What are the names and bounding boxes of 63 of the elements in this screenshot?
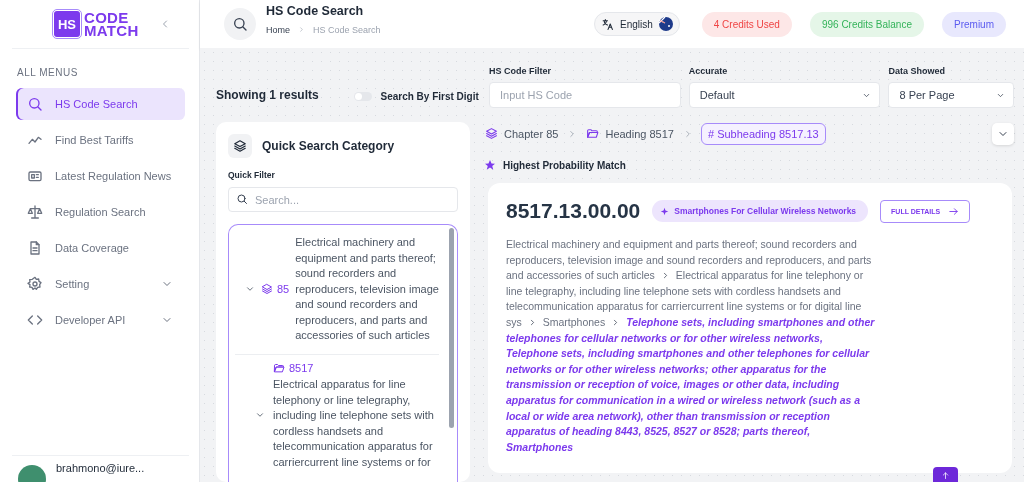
page-title: HS Code Search [266,3,365,18]
layers-icon [233,139,247,153]
search-icon [232,16,248,32]
chapter-code[interactable]: 85 [261,281,290,297]
newspaper-icon [27,168,43,184]
category-tag: Smartphones For Cellular Wireless Networks [652,200,869,222]
scale-icon [27,204,43,220]
credits-badge: 996 Credits Balance [809,11,924,37]
arrow-right-icon [948,205,960,217]
toggle-label: Search By First Digit [380,91,479,102]
sparkle-icon [660,206,670,216]
star-icon [484,159,496,171]
breadcrumb-item[interactable]: Home [266,24,290,35]
folder-icon [273,362,285,375]
credits-badge: Premium [942,11,1006,37]
search-button[interactable] [224,8,256,40]
section-title: Highest Probability Match [503,159,626,171]
results-summary: Showing 1 results [216,88,320,104]
credits-badge: 4 Credits Used [701,11,792,37]
search-icon [27,96,43,112]
path-chip[interactable]: Chapter 85 [484,122,560,145]
gear-icon [27,276,43,292]
heading-description: Electrical apparatus for line telephony or line telegraphy, including line telephone sets with cordless handsets and telecommunication apparatus for carriercurrent line systems or for [273,377,435,470]
scrollbar[interactable] [449,228,454,428]
dropdown[interactable]: 8 Per Page [888,82,1014,108]
collapse-button[interactable] [992,122,1014,145]
user-email: brahmono@iure... [56,462,145,474]
filter-label: HS Code Filter [489,66,552,76]
card-title: Quick Search Category [262,139,395,153]
breadcrumb-item: HS Code Search [313,24,381,35]
sidebar-item[interactable]: Latest Regulation News [16,160,185,192]
sidebar-item[interactable]: Regulation Search [16,196,185,228]
toggle-switch[interactable] [354,92,373,101]
search-icon [236,193,248,205]
hs-code-input[interactable]: Input HS Code [489,82,681,108]
scroll-to-top-button[interactable] [933,467,958,482]
filter-label: Quick Filter [228,170,276,180]
chapter-description: Electrical machinery and equipment and parts thereof; sound recorders and reproducers, television image and sound recorders and reproducers, and parts and accessories of such articles [295,235,439,343]
sidebar-item[interactable]: Find Best Tariffs [16,124,185,156]
sidebar-item[interactable]: HS Code Search [16,88,185,120]
arrow-up-icon [941,471,950,480]
filter-label: Data Showed [888,66,946,76]
layers-icon [485,127,498,140]
hs-code: 8517.13.00.00 [506,199,641,223]
language-selector[interactable]: English [593,12,680,36]
heading-code[interactable]: 8517 [273,360,439,376]
search-field[interactable]: Search... [228,187,458,212]
code-brackets-icon [27,312,43,328]
sidebar-item[interactable]: Developer API [16,304,185,336]
sidebar-item[interactable]: Data Coverage [16,232,185,264]
flag-icon [658,17,673,31]
path-chip[interactable]: # Subheading 8517.13 [700,122,826,145]
menu-section-label: ALL MENUS [16,66,79,78]
chevron-right-icon [298,26,305,33]
layers-icon [261,283,273,296]
sidebar-item[interactable]: Setting [16,268,185,300]
path-chip[interactable]: Heading 8517 [585,122,675,145]
document-icon [27,240,43,256]
dropdown[interactable]: Default [688,82,881,108]
folder-icon [586,127,600,140]
hs-code-description: Electrical machinery and equipment and parts thereof; sound recorders and reproducers, television image and sound recorders and reproducers, and parts and accessories of such articles Electrical apparatus for line telephony or line telegraphy, including line telephone sets with cordless handsets and telecommunication apparatus for carriercurrent line systems or for digital line sys Smartphones Telephone sets, including smartphones and other telephones for cellular networks or for other wireless networks, Telephone sets, including smartphones and other telephones for cellular networks or for other wireless networks; other apparatus for the transmission or reception of voice, images or other data, including apparatus for communication in a wired or wireless network (such as a local or wide area network), other than transmission or reception apparatus of heading 8443, 8525, 8527 or 8528; parts thereof, Smartphones [506,237,876,455]
translate-icon [600,17,614,31]
filter-label: Accurate [688,66,729,76]
